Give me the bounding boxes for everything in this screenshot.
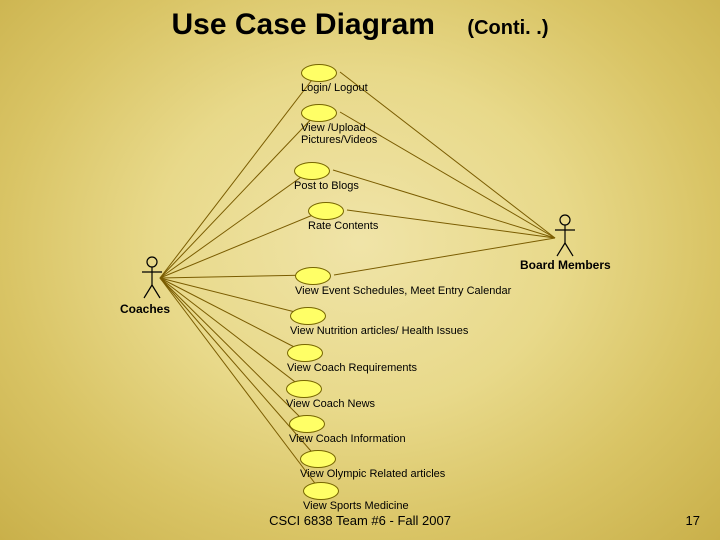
title-row: Use Case Diagram (Conti. .) bbox=[0, 8, 720, 42]
footer-text: CSCI 6838 Team #6 - Fall 2007 bbox=[0, 513, 720, 528]
usecase-oval bbox=[290, 307, 326, 325]
usecase-label: View Sports Medicine bbox=[303, 500, 409, 512]
usecase-oval bbox=[287, 344, 323, 362]
usecase-label: Post to Blogs bbox=[294, 180, 359, 192]
usecase-label: View Nutrition articles/ Health Issues bbox=[290, 325, 468, 337]
usecase-oval bbox=[294, 162, 330, 180]
page-title: Use Case Diagram bbox=[171, 8, 434, 41]
usecase-oval bbox=[300, 450, 336, 468]
usecase-oval bbox=[295, 267, 331, 285]
usecase-label: View Olympic Related articles bbox=[300, 468, 445, 480]
usecase-label: View Event Schedules, Meet Entry Calenda… bbox=[295, 285, 511, 297]
page-number: 17 bbox=[686, 513, 700, 528]
usecase-label: View Coach Requirements bbox=[287, 362, 417, 374]
usecase-oval bbox=[303, 482, 339, 500]
actor-coaches-label: Coaches bbox=[120, 302, 170, 316]
usecase-oval bbox=[289, 415, 325, 433]
usecase-oval bbox=[301, 104, 337, 122]
usecase-label: View Coach Information bbox=[289, 433, 406, 445]
usecase-label: Login/ Logout bbox=[301, 82, 368, 94]
usecase-label: Rate Contents bbox=[308, 220, 378, 232]
usecase-label: View /Upload Pictures/Videos bbox=[301, 122, 421, 146]
page-subtitle: (Conti. .) bbox=[467, 17, 548, 39]
usecase-oval bbox=[308, 202, 344, 220]
usecase-oval bbox=[301, 64, 337, 82]
actor-board-members-label: Board Members bbox=[520, 258, 611, 272]
usecase-label: View Coach News bbox=[286, 398, 375, 410]
connector-lines bbox=[0, 0, 720, 540]
usecase-oval bbox=[286, 380, 322, 398]
